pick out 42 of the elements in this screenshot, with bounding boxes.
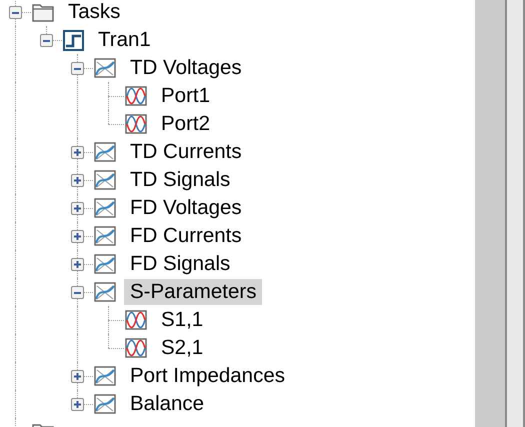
minus-icon <box>74 292 81 294</box>
tree-item[interactable]: FD Signals <box>124 251 236 277</box>
expand-toggle[interactable] <box>71 230 84 243</box>
expand-toggle[interactable] <box>71 398 84 411</box>
tree-item[interactable]: TD Voltages <box>124 55 248 81</box>
plus-icon <box>74 177 81 184</box>
expand-toggle[interactable] <box>71 62 84 75</box>
minus-icon <box>12 12 19 14</box>
tree-item[interactable]: TD Currents <box>124 139 248 165</box>
expand-toggle[interactable] <box>9 6 22 19</box>
expand-toggle[interactable] <box>71 202 84 215</box>
waveform-icon <box>125 310 147 330</box>
plus-icon <box>74 261 81 268</box>
plus-icon <box>74 373 81 380</box>
tree-item[interactable]: FD Voltages <box>124 195 248 221</box>
expand-toggle[interactable] <box>71 258 84 271</box>
waveform-icon <box>125 114 147 134</box>
tree-item[interactable]: S-Parameters <box>124 279 262 305</box>
expand-toggle[interactable] <box>71 370 84 383</box>
step-icon <box>63 30 84 50</box>
expand-toggle[interactable] <box>71 174 84 187</box>
plus-icon <box>74 149 81 156</box>
tree-item[interactable]: TD Signals <box>124 167 236 193</box>
tree-item[interactable]: Port Impedances <box>124 363 291 389</box>
expand-toggle[interactable] <box>40 34 53 47</box>
tree-item[interactable]: S2,1 <box>155 335 210 361</box>
minus-icon <box>43 40 50 42</box>
waveform-icon <box>125 338 147 358</box>
minus-icon <box>74 68 81 70</box>
tree-item[interactable]: Port2 <box>155 111 216 137</box>
plus-icon <box>74 401 81 408</box>
tree-item[interactable]: Port1 <box>155 83 216 109</box>
tree-item[interactable]: Balance <box>124 391 210 417</box>
expand-toggle[interactable] <box>71 286 84 299</box>
tree-item[interactable]: FD Currents <box>124 223 248 249</box>
tree-item[interactable]: Tran1 <box>92 27 157 53</box>
tree-item[interactable]: S1,1 <box>155 307 210 333</box>
plus-icon <box>74 205 81 212</box>
plus-icon <box>74 233 81 240</box>
waveform-icon <box>125 86 147 106</box>
expand-toggle[interactable] <box>71 146 84 159</box>
tree-item[interactable]: Tasks <box>62 0 126 25</box>
